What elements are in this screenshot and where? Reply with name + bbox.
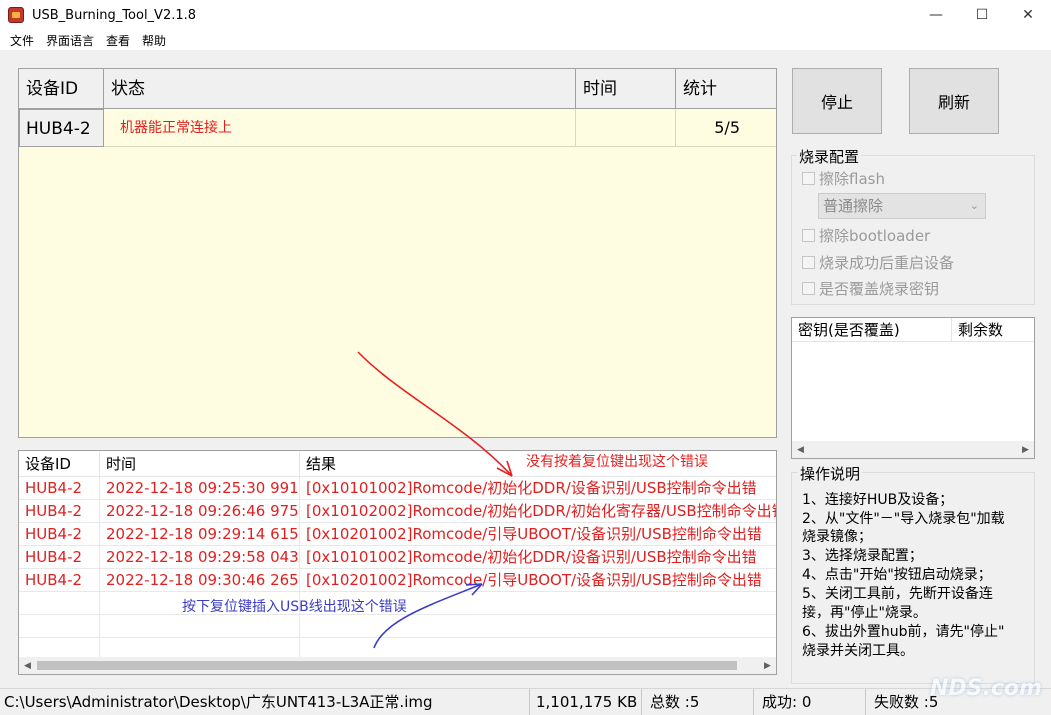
log-row-empty [19, 615, 776, 638]
device-table: 设备ID 状态 时间 统计 HUB4-2 机器能正常连接上 5/5 [18, 68, 777, 438]
status-bar: C:\Users\Administrator\Desktop\广东UNT413-… [0, 688, 1051, 715]
window-title: USB_Burning_Tool_V2.1.8 [32, 7, 197, 23]
checkbox-icon [802, 229, 815, 242]
menu-language[interactable]: 界面语言 [40, 32, 100, 49]
status-file-path: C:\Users\Administrator\Desktop\广东UNT413-… [0, 689, 530, 715]
scroll-left-icon[interactable]: ◀ [792, 441, 809, 458]
blue-annotation-text: 按下复位键插入USB线出现这个错误 [182, 599, 407, 615]
instruction-line: 4、点击"开始"按钮启动烧录； [802, 567, 992, 583]
col-time[interactable]: 时间 [576, 69, 676, 109]
close-button[interactable]: ✕ [1005, 0, 1051, 30]
key-table: 密钥(是否覆盖) 剩余数 ◀ ▶ [791, 317, 1035, 459]
device-id-cell: HUB4-2 [19, 109, 104, 147]
col-stat[interactable]: 统计 [676, 69, 777, 109]
log-time: 2022-12-18 09:26:46 975 [100, 500, 300, 523]
log-row[interactable]: HUB4-2 2022-12-18 09:25:30 991 [0x101010… [19, 477, 776, 500]
title-bar: USB_Burning_Tool_V2.1.8 — ☐ ✕ [0, 0, 1051, 30]
key-table-scrollbar[interactable]: ◀ ▶ [792, 441, 1034, 458]
log-result: [0x10101002]Romcode/初始化DDR/设备识别/USB控制命令出… [306, 548, 757, 566]
col-log-device-id[interactable]: 设备ID [19, 451, 100, 477]
log-device-id: HUB4-2 [19, 569, 100, 592]
red-annotation-text: 没有按着复位键出现这个错误 [526, 454, 708, 470]
instruction-line: 接，再"停止"烧录。 [802, 605, 927, 621]
menu-view[interactable]: 查看 [100, 32, 136, 49]
overwrite-key-label: 是否覆盖烧录密钥 [819, 280, 940, 298]
device-table-header: 设备ID 状态 时间 统计 [19, 69, 776, 109]
status-total: 总数 :5 [642, 689, 754, 715]
scroll-thumb[interactable] [37, 661, 737, 670]
status-success: 成功: 0 [754, 689, 866, 715]
instruction-line: 烧录并关闭工具。 [802, 643, 914, 659]
erase-bootloader-label: 擦除bootloader [819, 227, 931, 245]
instruction-line: 2、从"文件"－"导入烧录包"加载 [802, 511, 1005, 527]
scroll-left-icon[interactable]: ◀ [19, 657, 36, 674]
log-time: 2022-12-18 09:29:14 615 [100, 523, 300, 546]
refresh-button[interactable]: 刷新 [909, 68, 999, 134]
key-table-header: 密钥(是否覆盖) 剩余数 [792, 318, 1034, 342]
log-time: 2022-12-18 09:25:30 991 [100, 477, 300, 500]
status-file-size: 1,101,175 KB [530, 689, 642, 715]
overwrite-key-checkbox[interactable]: 是否覆盖烧录密钥 [802, 278, 939, 299]
log-result: [0x10101002]Romcode/初始化DDR/设备识别/USB控制命令出… [306, 479, 757, 497]
erase-flash-label: 擦除flash [819, 170, 885, 188]
col-key[interactable]: 密钥(是否覆盖) [792, 318, 952, 342]
scroll-right-icon[interactable]: ▶ [759, 657, 776, 674]
device-row[interactable]: HUB4-2 机器能正常连接上 5/5 [19, 109, 776, 147]
log-device-id: HUB4-2 [19, 500, 100, 523]
instruction-line: 3、选择烧录配置； [802, 548, 923, 564]
erase-bootloader-checkbox[interactable]: 擦除bootloader [802, 225, 930, 246]
scroll-right-icon[interactable]: ▶ [1017, 441, 1034, 458]
col-remaining[interactable]: 剩余数 [952, 318, 1034, 342]
log-result: [0x10102002]Romcode/初始化DDR/初始化寄存器/USB控制命… [306, 502, 777, 520]
burn-config-title: 烧录配置 [797, 146, 862, 167]
erase-mode-select[interactable]: 普通擦除 ⌄ [818, 193, 986, 219]
log-device-id: HUB4-2 [19, 477, 100, 500]
instruction-line: 1、连接好HUB及设备； [802, 492, 954, 508]
instruction-line: 5、关闭工具前，先断开设备连 [802, 586, 993, 602]
log-device-id: HUB4-2 [19, 523, 100, 546]
log-empty-cell [100, 615, 300, 638]
minimize-button[interactable]: — [913, 0, 959, 30]
col-status[interactable]: 状态 [104, 69, 576, 109]
log-table-scrollbar[interactable]: ◀ ▶ [19, 657, 776, 674]
menu-file[interactable]: 文件 [4, 32, 40, 49]
log-row[interactable]: HUB4-2 2022-12-18 09:30:46 265 [0x102010… [19, 569, 776, 592]
log-row[interactable]: HUB4-2 2022-12-18 09:29:58 043 [0x101010… [19, 546, 776, 569]
instruction-line: 烧录镜像； [802, 529, 872, 545]
stop-button[interactable]: 停止 [792, 68, 882, 134]
log-row[interactable]: HUB4-2 2022-12-18 09:29:14 615 [0x102010… [19, 523, 776, 546]
log-row[interactable]: HUB4-2 2022-12-18 09:26:46 975 [0x101020… [19, 500, 776, 523]
erase-flash-checkbox[interactable]: 擦除flash [802, 168, 885, 189]
maximize-button[interactable]: ☐ [959, 0, 1005, 30]
checkbox-icon [802, 282, 815, 295]
log-table: 设备ID 时间 结果 HUB4-2 2022-12-18 09:25:30 99… [18, 450, 777, 675]
log-time: 2022-12-18 09:29:58 043 [100, 546, 300, 569]
menu-help[interactable]: 帮助 [136, 32, 172, 49]
device-status-cell: 机器能正常连接上 [104, 109, 576, 147]
log-device-id: HUB4-2 [19, 546, 100, 569]
instructions-panel: 操作说明 1、连接好HUB及设备； 2、从"文件"－"导入烧录包"加载 烧录镜像… [791, 463, 1035, 685]
instructions-title: 操作说明 [798, 463, 863, 484]
log-time: 2022-12-18 09:30:46 265 [100, 569, 300, 592]
reboot-after-label: 烧录成功后重启设备 [819, 254, 955, 272]
col-device-id[interactable]: 设备ID [19, 69, 104, 109]
menu-bar: 文件 界面语言 查看 帮助 [0, 30, 1051, 50]
checkbox-icon [802, 172, 815, 185]
reboot-after-checkbox[interactable]: 烧录成功后重启设备 [802, 252, 954, 273]
instruction-line: 6、拔出外置hub前，请先"停止" [802, 624, 1005, 640]
device-time-cell [576, 109, 676, 147]
log-result: [0x10201002]Romcode/引导UBOOT/设备识别/USB控制命令… [306, 571, 762, 589]
col-log-time[interactable]: 时间 [100, 451, 300, 477]
watermark-logo: NDS.com [930, 676, 1042, 701]
log-result: [0x10201002]Romcode/引导UBOOT/设备识别/USB控制命令… [306, 525, 762, 543]
chevron-down-icon: ⌄ [969, 199, 979, 212]
device-stat-cell: 5/5 [714, 118, 740, 137]
log-empty-cell [19, 615, 100, 638]
erase-mode-value: 普通擦除 [823, 197, 884, 215]
checkbox-icon [802, 256, 815, 269]
app-icon [8, 7, 24, 23]
log-empty-cell [19, 592, 100, 615]
